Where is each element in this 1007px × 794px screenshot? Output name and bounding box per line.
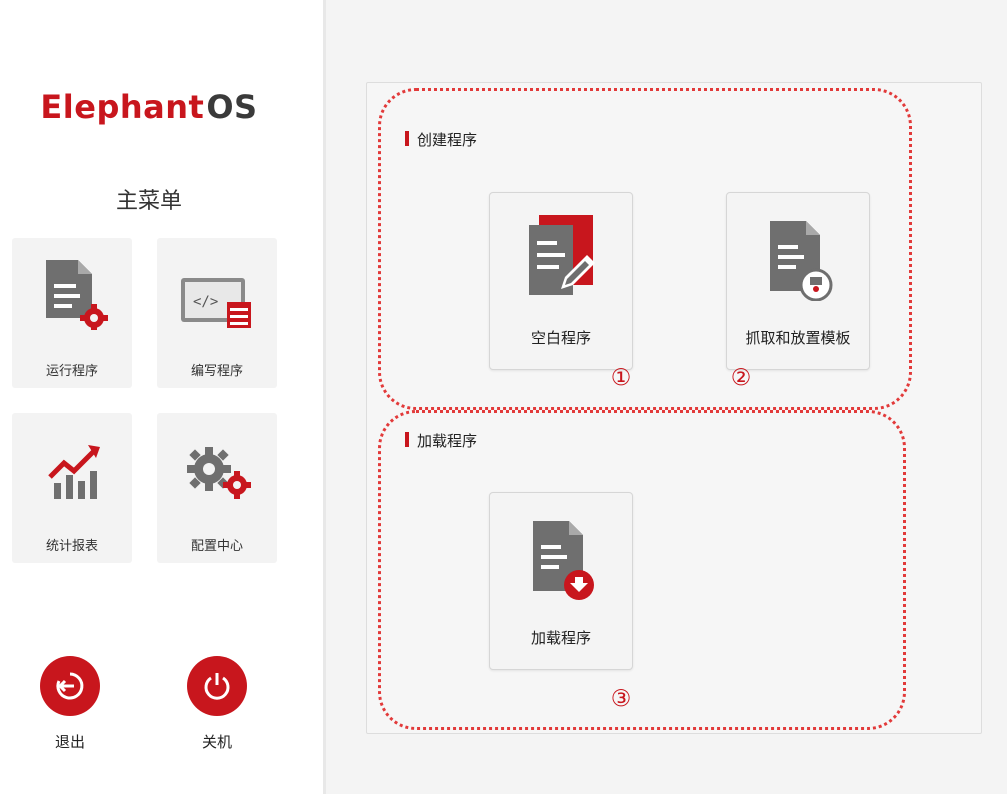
tile-label: 运行程序 bbox=[45, 364, 98, 379]
tile-write-program[interactable]: </> 编写程序 bbox=[157, 238, 277, 388]
shutdown-label: 关机 bbox=[201, 733, 232, 751]
tile-label: 统计报表 bbox=[45, 539, 98, 554]
sidebar: ElephantOS 主菜单 运行程序 </> 编写程序 统计报表 配置中心 退… bbox=[0, 0, 325, 794]
blank-program-icon bbox=[529, 215, 595, 295]
settings-gears-icon bbox=[187, 447, 251, 499]
app-logo: ElephantOS bbox=[40, 88, 258, 126]
svg-text:</>: </> bbox=[193, 294, 218, 310]
tile-statistics[interactable]: 统计报表 bbox=[12, 413, 132, 563]
card-blank-program[interactable]: 空白程序 bbox=[489, 192, 633, 370]
pick-place-template-icon bbox=[770, 221, 833, 301]
card-label: 抓取和放置模板 bbox=[745, 329, 851, 347]
card-label: 加载程序 bbox=[530, 629, 591, 647]
card-label: 空白程序 bbox=[530, 329, 591, 347]
marker-1: ① bbox=[610, 365, 632, 391]
card-pick-place-template[interactable]: 抓取和放置模板 bbox=[726, 192, 870, 370]
card-load-program[interactable]: 加载程序 bbox=[489, 492, 633, 670]
statistics-chart-icon bbox=[48, 445, 100, 499]
code-editor-icon: </> bbox=[181, 278, 251, 328]
load-section-highlight bbox=[378, 410, 906, 730]
exit-label: 退出 bbox=[54, 733, 85, 751]
load-program-icon bbox=[533, 521, 594, 600]
create-section-title: 创建程序 bbox=[405, 129, 477, 150]
power-icon bbox=[204, 673, 230, 700]
marker-3: ③ bbox=[610, 686, 632, 712]
exit-button[interactable] bbox=[40, 656, 100, 716]
tile-label: 编写程序 bbox=[190, 364, 243, 379]
tile-configuration[interactable]: 配置中心 bbox=[157, 413, 277, 563]
logout-icon bbox=[56, 672, 84, 700]
shutdown-button[interactable] bbox=[187, 656, 247, 716]
main-menu-title: 主菜单 bbox=[115, 189, 182, 214]
run-program-icon bbox=[46, 260, 108, 330]
tile-label: 配置中心 bbox=[190, 539, 243, 554]
load-section-title: 加载程序 bbox=[405, 430, 477, 451]
marker-2: ② bbox=[730, 365, 752, 391]
tile-run-program[interactable]: 运行程序 bbox=[12, 238, 132, 388]
